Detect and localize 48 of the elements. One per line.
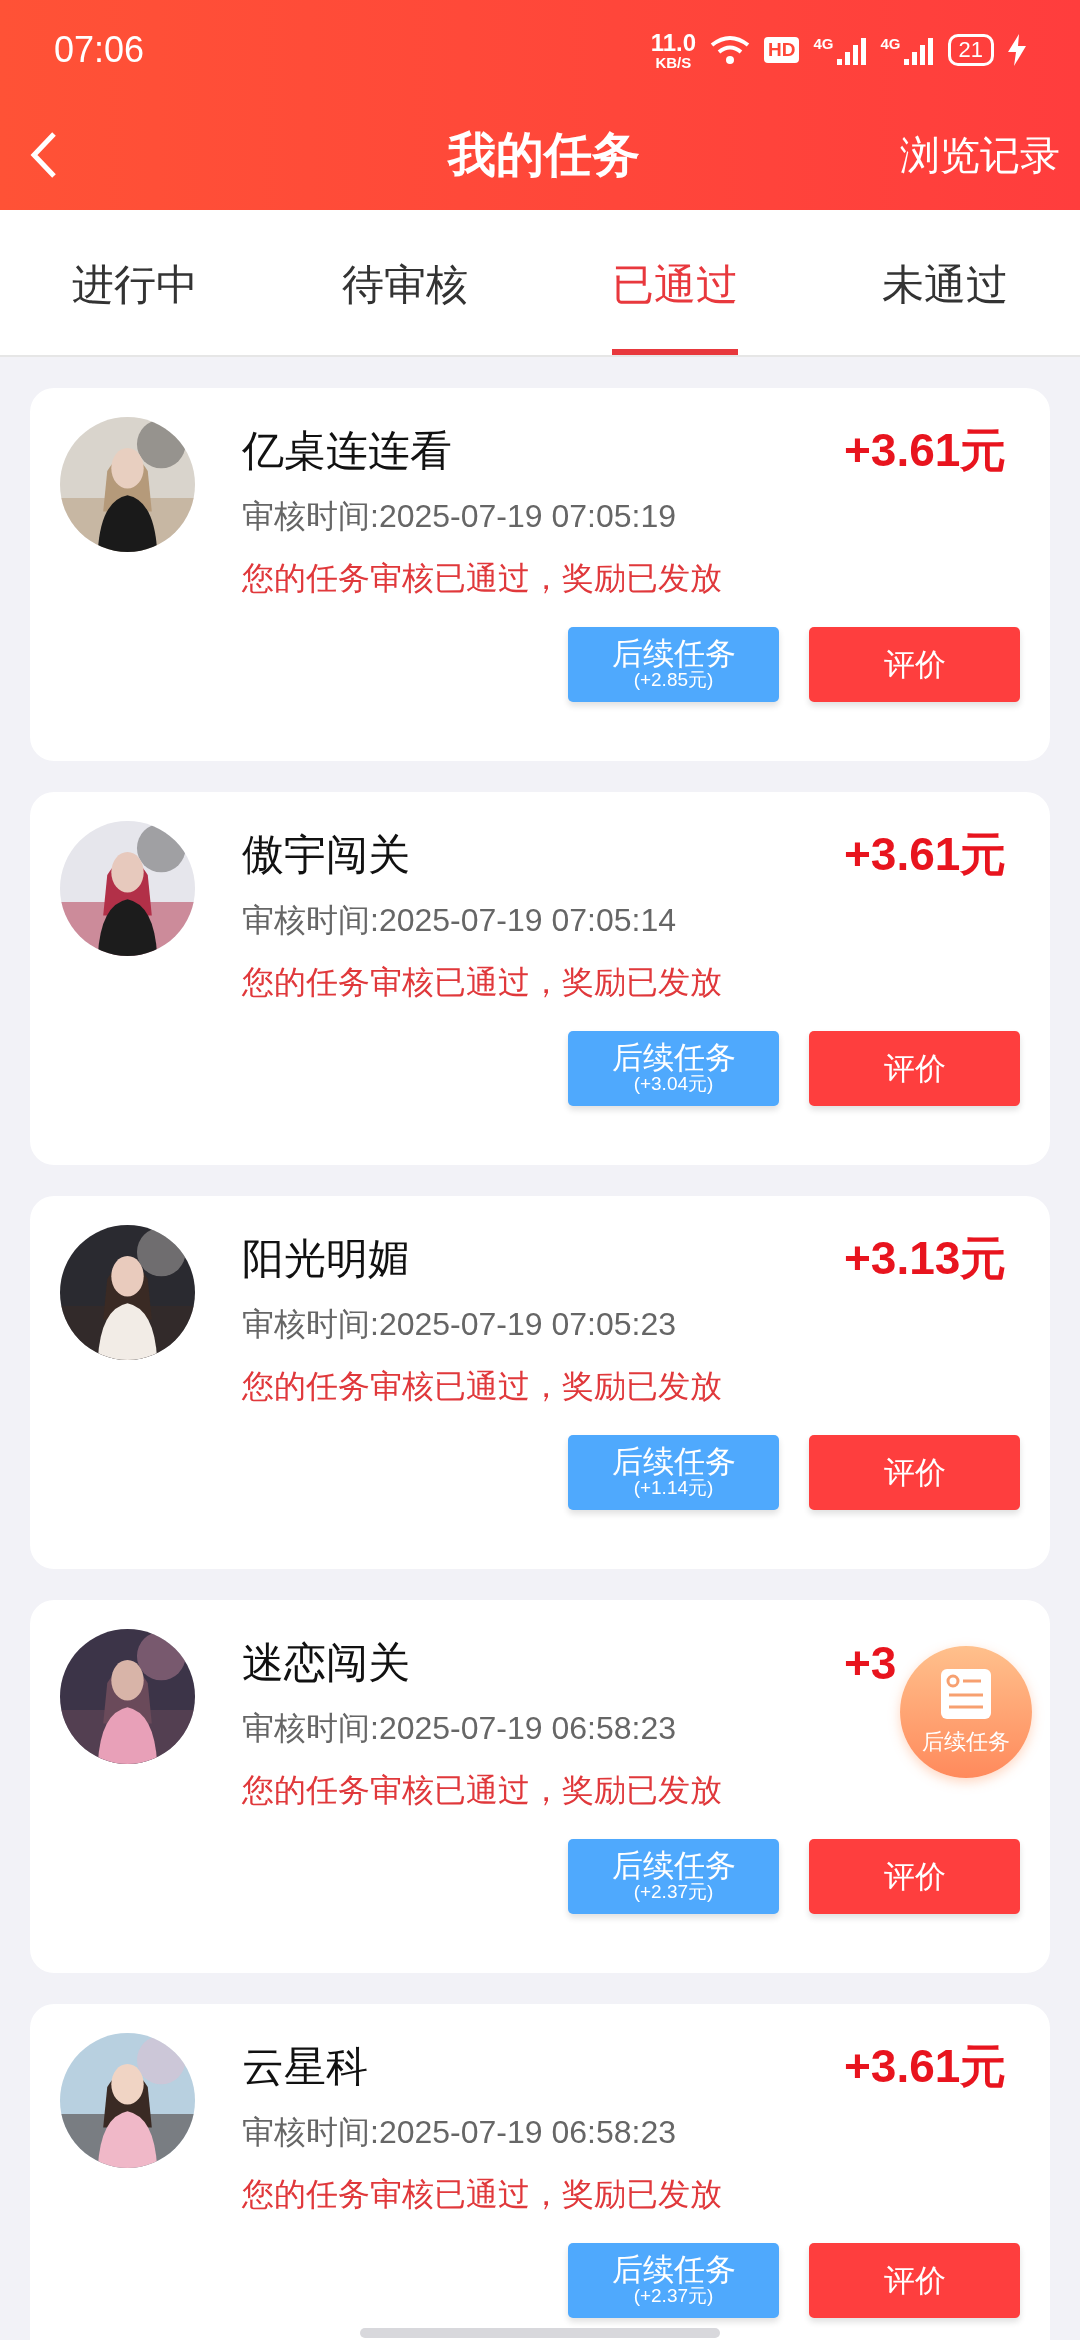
reward-amount: +3.61元 [844,423,1007,478]
follow-up-task-button[interactable]: 后续任务 (+2.37元) [568,1839,779,1914]
network-type: 4G [880,35,901,52]
reward-amount: +3 [844,1636,897,1690]
back-icon[interactable] [28,130,58,180]
rate-button[interactable]: 评价 [809,627,1020,702]
tab[interactable]: 已通过 [612,210,738,355]
signal-icon [903,35,934,65]
review-time: 审核时间:2025-07-19 07:05:23 [242,1305,677,1344]
network-speed-unit: KB/S [655,54,692,70]
status-time: 07:06 [54,29,146,71]
task-name: 亿桌连连看 [242,426,452,476]
follow-up-task-button[interactable]: 后续任务 (+2.37元) [568,2243,779,2318]
status-message: 您的任务审核已通过，奖励已发放 [242,2175,722,2214]
follow-up-task-button[interactable]: 后续任务 (+2.85元) [568,627,779,702]
rate-button[interactable]: 评价 [809,1435,1020,1510]
status-message: 您的任务审核已通过，奖励已发放 [242,1367,722,1406]
battery-icon: 21 [947,34,994,66]
tab[interactable]: 待审核 [342,210,468,355]
task-name: 迷恋闯关 [242,1638,410,1688]
history-link[interactable]: 浏览记录 [900,127,1060,183]
rate-button[interactable]: 评价 [809,2243,1020,2318]
tab[interactable]: 未通过 [882,210,1008,355]
tab[interactable]: 进行中 [72,210,198,355]
follow-up-task-button[interactable]: 后续任务 (+3.04元) [568,1031,779,1106]
signal-icon [836,35,867,65]
review-time: 审核时间:2025-07-19 07:05:19 [242,497,677,536]
hd-badge: HD [764,37,800,63]
page-title: 我的任务 [448,127,640,183]
task-name: 云星科 [242,2042,368,2092]
document-icon [939,1667,993,1721]
reward-amount: +3.13元 [844,1231,1007,1286]
review-time: 审核时间:2025-07-19 06:58:23 [242,2113,677,2152]
network-speed: 11.0 [650,30,697,55]
status-message: 您的任务审核已通过，奖励已发放 [242,963,722,1002]
reward-amount: +3.61元 [844,2039,1007,2094]
follow-up-task-button[interactable]: 后续任务 (+1.14元) [568,1435,779,1510]
reward-amount: +3.61元 [844,827,1007,882]
wifi-icon [710,35,751,65]
network-type: 4G [813,35,834,52]
task-name: 阳光明媚 [242,1234,410,1284]
rate-button[interactable]: 评价 [809,1839,1020,1914]
status-message: 您的任务审核已通过，奖励已发放 [242,559,722,598]
rate-button[interactable]: 评价 [809,1031,1020,1106]
review-time: 审核时间:2025-07-19 07:05:14 [242,901,677,940]
status-message: 您的任务审核已通过，奖励已发放 [242,1771,722,1810]
task-name: 傲宇闯关 [242,830,410,880]
review-time: 审核时间:2025-07-19 06:58:23 [242,1709,677,1748]
